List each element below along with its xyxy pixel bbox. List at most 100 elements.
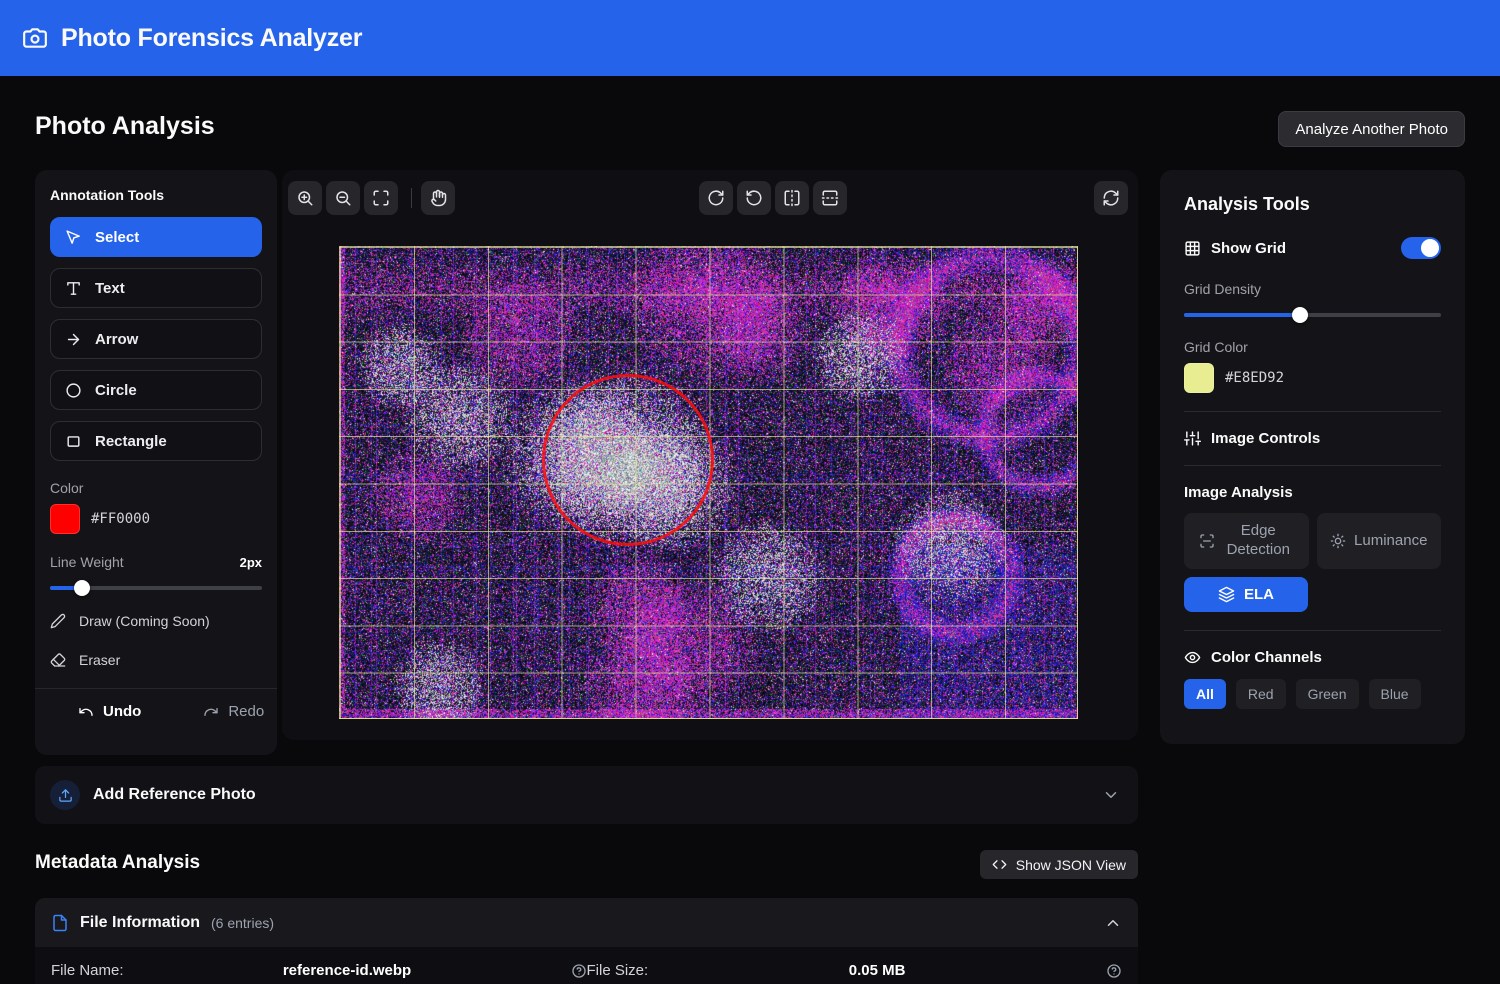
image-viewer-panel [282, 170, 1138, 740]
color-channels-label: Color Channels [1211, 649, 1322, 666]
eraser-label: Eraser [79, 652, 120, 668]
sun-icon [1330, 533, 1346, 549]
zoom-in-button[interactable] [288, 181, 322, 215]
upload-icon-badge [50, 780, 80, 810]
metadata-analysis-title: Metadata Analysis [35, 852, 200, 874]
channel-red-button[interactable]: Red [1236, 679, 1286, 709]
zoom-out-icon [334, 189, 352, 207]
tool-arrow-button[interactable]: Arrow [50, 319, 262, 359]
channel-all-button[interactable]: All [1184, 679, 1226, 709]
toggle-knob [1421, 239, 1439, 257]
ela-button[interactable]: ELA [1184, 577, 1308, 612]
redo-icon [203, 704, 219, 720]
circle-icon [65, 382, 82, 399]
grid-color-swatch[interactable] [1184, 363, 1214, 393]
image-analysis-label: Image Analysis [1184, 484, 1441, 501]
pan-hand-icon [429, 189, 447, 207]
show-grid-toggle[interactable] [1401, 237, 1441, 259]
file-information-header[interactable]: File Information (6 entries) [35, 898, 1138, 947]
channel-blue-button[interactable]: Blue [1369, 679, 1421, 709]
undo-button[interactable]: Undo [78, 703, 141, 720]
eraser-icon [50, 652, 66, 668]
file-information-card: File Information (6 entries) File Name: … [35, 898, 1138, 984]
image-controls-section[interactable]: Image Controls [1184, 430, 1441, 447]
rotate-ccw-button[interactable] [737, 181, 771, 215]
file-size-label: File Size: [587, 962, 649, 979]
layers-icon [1218, 586, 1235, 603]
analyze-another-photo-button[interactable]: Analyze Another Photo [1278, 111, 1465, 147]
tool-select-button[interactable]: Select [50, 217, 262, 257]
file-icon [51, 914, 69, 932]
add-reference-photo-label: Add Reference Photo [93, 786, 256, 804]
panel-divider [1184, 630, 1441, 631]
viewer-toolbar-transform-group [699, 181, 847, 215]
grid-icon [1184, 240, 1201, 257]
annotation-tools-panel: Annotation Tools Select Text Arrow Circl… [35, 170, 277, 755]
annotation-color-swatch[interactable] [50, 504, 80, 534]
fit-screen-button[interactable] [364, 181, 398, 215]
pan-hand-button[interactable] [421, 181, 455, 215]
tool-label: Text [95, 280, 125, 297]
add-reference-photo-bar[interactable]: Add Reference Photo [35, 766, 1138, 824]
draw-label: Draw (Coming Soon) [79, 613, 210, 629]
flip-vertical-button[interactable] [813, 181, 847, 215]
pencil-icon [50, 613, 66, 629]
scan-icon [1199, 533, 1215, 549]
channel-green-button[interactable]: Green [1296, 679, 1359, 709]
annotation-tools-title: Annotation Tools [50, 187, 262, 203]
file-information-title: File Information [80, 914, 200, 932]
help-icon[interactable] [1106, 963, 1122, 979]
reset-view-icon [1102, 189, 1120, 207]
reset-view-button[interactable] [1094, 181, 1128, 215]
show-json-view-button[interactable]: Show JSON View [980, 850, 1138, 879]
tool-rectangle-button[interactable]: Rectangle [50, 421, 262, 461]
edge-detection-label: Edge Detection [1223, 522, 1293, 560]
upload-icon [58, 788, 73, 803]
draw-tool-item[interactable]: Draw (Coming Soon) [50, 613, 262, 629]
annotation-color-hex: #FF0000 [91, 511, 150, 527]
redo-label: Redo [228, 703, 264, 720]
file-name-label: File Name: [51, 962, 124, 979]
analysis-tools-panel: Analysis Tools Show Grid Grid Density Gr… [1160, 170, 1465, 744]
tool-text-button[interactable]: Text [50, 268, 262, 308]
chevron-down-icon[interactable] [1102, 786, 1120, 804]
line-weight-slider[interactable] [50, 586, 262, 590]
color-label: Color [50, 480, 262, 496]
line-weight-label: Line Weight [50, 554, 124, 570]
luminance-button[interactable]: Luminance [1317, 513, 1442, 569]
redo-button[interactable]: Redo [203, 703, 264, 720]
page-title: Photo Analysis [35, 112, 215, 141]
eraser-tool-item[interactable]: Eraser [50, 652, 262, 668]
app-header: Photo Forensics Analyzer [0, 0, 1500, 76]
grid-density-slider-thumb[interactable] [1292, 307, 1308, 323]
chevron-up-icon[interactable] [1104, 914, 1122, 932]
flip-horizontal-button[interactable] [775, 181, 809, 215]
tool-circle-button[interactable]: Circle [50, 370, 262, 410]
app-root: Photo Forensics Analyzer Photo Analysis … [0, 0, 1500, 984]
forensic-image-stage [339, 246, 1078, 719]
tool-label: Select [95, 229, 139, 246]
rectangle-icon [65, 433, 82, 450]
edge-detection-button[interactable]: Edge Detection [1184, 513, 1309, 569]
help-icon[interactable] [571, 963, 587, 979]
cursor-icon [65, 229, 82, 246]
tool-label: Arrow [95, 331, 138, 348]
tool-label: Rectangle [95, 433, 167, 450]
file-size-value: 0.05 MB [658, 962, 1096, 979]
analysis-tools-title: Analysis Tools [1184, 194, 1441, 215]
zoom-out-button[interactable] [326, 181, 360, 215]
fit-screen-icon [372, 189, 390, 207]
panel-divider [1184, 465, 1441, 466]
grid-density-slider[interactable] [1184, 313, 1441, 317]
ela-label: ELA [1244, 586, 1274, 603]
flip-horizontal-icon [783, 189, 801, 207]
viewer-toolbar-reset-group [1094, 181, 1128, 215]
annotation-circle[interactable] [542, 374, 714, 546]
camera-icon [22, 25, 48, 51]
flip-vertical-icon [821, 189, 839, 207]
rotate-cw-button[interactable] [699, 181, 733, 215]
line-weight-slider-thumb[interactable] [74, 580, 90, 596]
file-size-entry: File Size: 0.05 MB [587, 962, 1123, 979]
image-controls-label: Image Controls [1211, 430, 1320, 447]
panel-divider [1184, 411, 1441, 412]
